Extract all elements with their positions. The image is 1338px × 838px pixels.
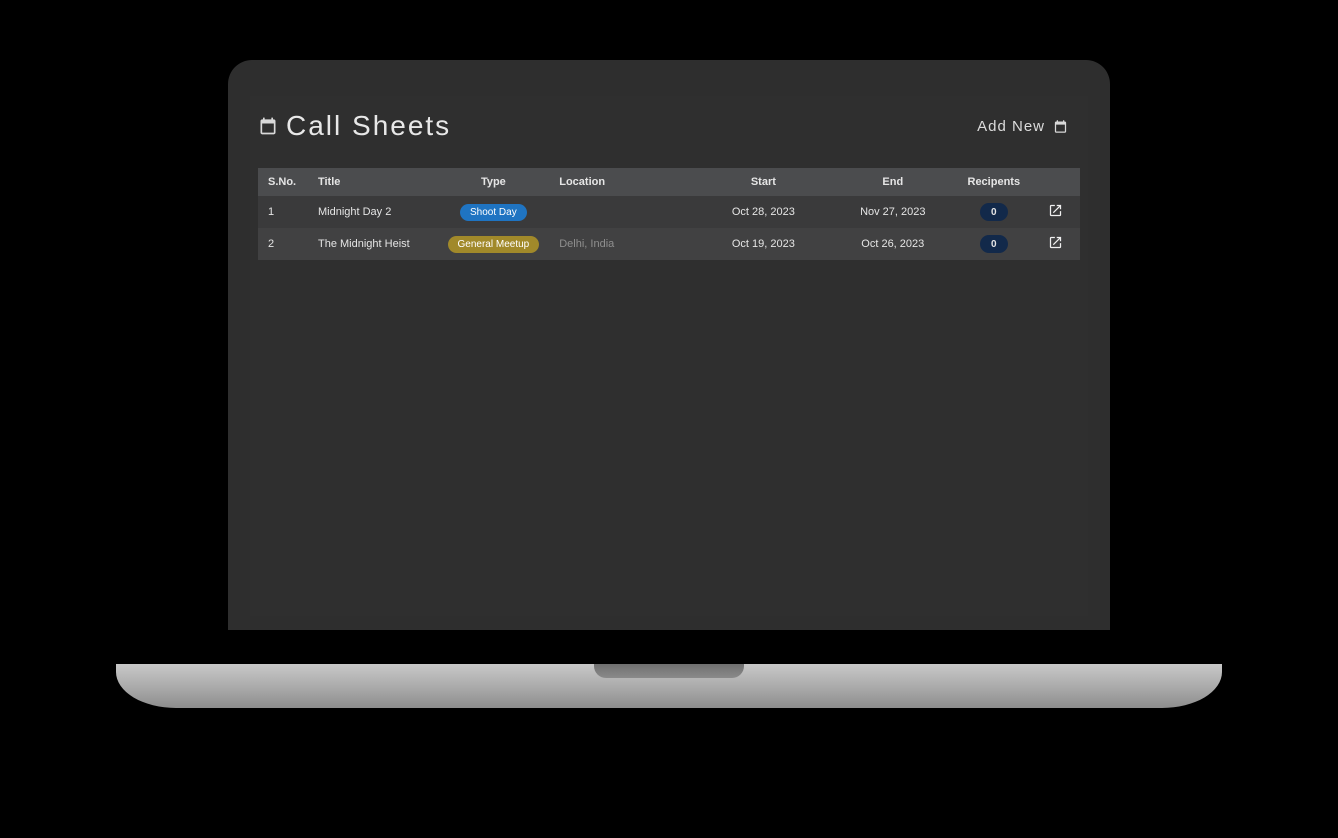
add-new-label: Add New bbox=[977, 118, 1045, 135]
header-left: Call Sheets bbox=[258, 110, 451, 142]
page-title: Call Sheets bbox=[286, 110, 451, 142]
col-header-location: Location bbox=[549, 168, 698, 196]
app-screen: Call Sheets Add New S.No. Title Type L bbox=[250, 96, 1088, 616]
cell-start: Oct 28, 2023 bbox=[699, 196, 828, 228]
laptop-bezel: Call Sheets Add New S.No. Title Type L bbox=[228, 60, 1110, 630]
cell-location: Delhi, India bbox=[549, 228, 698, 260]
open-icon[interactable] bbox=[1048, 203, 1063, 218]
col-header-sno: S.No. bbox=[258, 168, 308, 196]
cell-sno: 1 bbox=[258, 196, 308, 228]
recipients-badge: 0 bbox=[980, 235, 1008, 253]
table-header-row: S.No. Title Type Location Start End Reci… bbox=[258, 168, 1080, 196]
col-header-title: Title bbox=[308, 168, 438, 196]
cell-start: Oct 19, 2023 bbox=[699, 228, 828, 260]
table-row[interactable]: 1Midnight Day 2 Shoot Day Oct 28, 2023Nov … bbox=[258, 196, 1080, 228]
open-icon[interactable] bbox=[1048, 235, 1063, 250]
cell-type: General Meetup bbox=[438, 228, 550, 260]
cell-recipients: 0 bbox=[958, 196, 1031, 228]
calendar-icon bbox=[258, 116, 278, 136]
cell-end: Nov 27, 2023 bbox=[828, 196, 957, 228]
laptop-base bbox=[116, 664, 1222, 708]
type-badge: Shoot Day bbox=[460, 204, 527, 221]
col-header-recipients: Recipents bbox=[958, 168, 1031, 196]
cell-title: The Midnight Heist bbox=[308, 228, 438, 260]
cell-location bbox=[549, 196, 698, 228]
type-badge: General Meetup bbox=[448, 236, 540, 253]
laptop-mockup: Call Sheets Add New S.No. Title Type L bbox=[228, 60, 1110, 660]
cell-sno: 2 bbox=[258, 228, 308, 260]
add-new-button[interactable]: Add New bbox=[977, 118, 1068, 135]
recipients-badge: 0 bbox=[980, 203, 1008, 221]
page-header: Call Sheets Add New bbox=[250, 96, 1088, 168]
cell-type: Shoot Day bbox=[438, 196, 550, 228]
laptop-trackpad-notch bbox=[594, 664, 744, 678]
cell-actions bbox=[1030, 228, 1080, 260]
col-header-start: Start bbox=[699, 168, 828, 196]
cell-actions bbox=[1030, 196, 1080, 228]
cell-title: Midnight Day 2 bbox=[308, 196, 438, 228]
cell-recipients: 0 bbox=[958, 228, 1031, 260]
col-header-type: Type bbox=[438, 168, 550, 196]
cell-end: Oct 26, 2023 bbox=[828, 228, 957, 260]
table-row[interactable]: 2The Midnight Heist General Meetup Delhi, … bbox=[258, 228, 1080, 260]
calendar-icon bbox=[1053, 119, 1068, 134]
call-sheets-table: S.No. Title Type Location Start End Reci… bbox=[258, 168, 1080, 260]
col-header-end: End bbox=[828, 168, 957, 196]
col-header-actions bbox=[1030, 168, 1080, 196]
